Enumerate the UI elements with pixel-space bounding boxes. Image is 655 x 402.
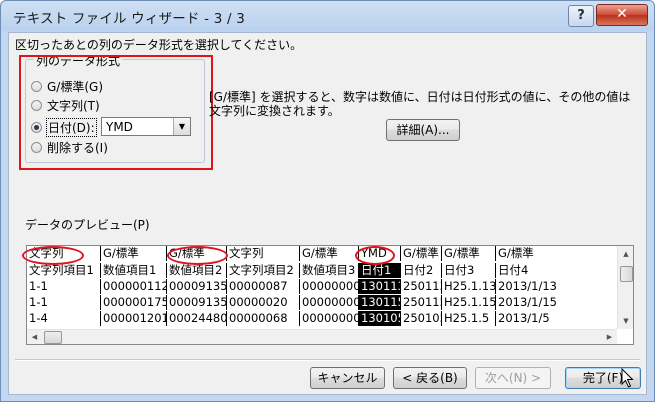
table-cell-selected: 日付1 (358, 263, 400, 278)
table-cell: 日付3 (441, 263, 495, 278)
cancel-button[interactable]: キャンセル (310, 367, 385, 389)
column-header[interactable]: 文字列 (226, 246, 299, 261)
table-cell: 250115 (400, 295, 441, 310)
column-header[interactable]: G/標準 (400, 246, 441, 261)
column-header[interactable]: G/標準 (441, 246, 495, 261)
radio-skip[interactable]: 削除する(I) (31, 139, 109, 155)
table-cell: 00009135 (166, 295, 226, 310)
date-format-select[interactable]: YMD ▼ (101, 117, 191, 136)
table-cell: 日付2 (400, 263, 441, 278)
mouse-pointer-icon (621, 368, 634, 388)
table-cell: 00024480 (166, 311, 226, 326)
table-cell: 0000000068 (299, 311, 358, 326)
table-cell: 0000000087 (299, 279, 358, 294)
scroll-up-icon[interactable]: ▲ (618, 246, 633, 262)
table-cell: 文字列項目1 (29, 263, 94, 277)
table-cell: 250113 (400, 279, 441, 294)
table-cell: 1-1 (29, 295, 48, 309)
table-cell: 日付4 (495, 263, 617, 278)
scroll-left-icon[interactable]: ◀ (27, 330, 42, 344)
table-cell-selected: 130115 (358, 295, 400, 310)
preview-grid: 文字列 G/標準 G/標準 文字列 G/標準 YMD G/標準 G/標準 G/標… (27, 246, 617, 330)
separator (15, 359, 640, 361)
help-button[interactable]: ? (568, 5, 594, 27)
preview-label: データのプレビュー(P) (25, 218, 150, 232)
table-cell: 00000020 (226, 295, 299, 310)
table-cell: 00000087 (226, 279, 299, 294)
table-cell: 1-1 (29, 279, 48, 293)
scroll-thumb[interactable] (620, 266, 633, 282)
table-cell-selected: 130105 (358, 311, 400, 326)
radio-circle-icon (31, 99, 42, 111)
radio-date[interactable]: 日付(D): (31, 117, 97, 137)
table-cell: 文字列項目2 (226, 263, 299, 278)
dialog-body: 区切ったあとの列のデータ形式を選択してください。 列のデータ形式 G/標準(G)… (8, 32, 647, 395)
table-cell: H25.1.5 (441, 311, 495, 326)
advanced-button[interactable]: 詳細(A)... (386, 119, 460, 141)
table-cell: H25.1.13 (441, 279, 495, 294)
date-format-value: YMD (106, 120, 133, 134)
table-cell: 00009135 (166, 279, 226, 294)
back-button[interactable]: < 戻る(B) (393, 367, 467, 389)
table-cell: 0000012013 (100, 311, 166, 326)
table-cell: 0000001754 (100, 295, 166, 310)
table-cell: 数値項目3 (299, 263, 358, 278)
horizontal-scrollbar[interactable]: ◀ ▶ (27, 329, 617, 344)
table-cell: H25.1.15 (441, 295, 495, 310)
table-cell: 0000001122 (100, 279, 166, 294)
radio-circle-icon (31, 80, 42, 92)
instruction-text: 区切ったあとの列のデータ形式を選択してください。 (15, 38, 303, 52)
column-header[interactable]: G/標準 (166, 246, 226, 261)
chevron-down-icon[interactable]: ▼ (173, 118, 190, 135)
table-cell: 250105 (400, 311, 441, 326)
format-description: [G/標準] を選択すると、数字は数値に、日付は日付形式の値に、その他の値は文字… (209, 90, 631, 118)
vertical-scrollbar[interactable]: ▲ ▼ (617, 246, 633, 329)
column-header[interactable]: 文字列 (27, 246, 100, 261)
table-cell: 2013/1/5 (495, 311, 617, 326)
column-header[interactable]: G/標準 (100, 246, 166, 261)
wizard-window: テキスト ファイル ウィザード - 3 / 3 ? ✕ 区切ったあとの列のデータ… (0, 0, 655, 402)
table-cell: 2013/1/13 (495, 279, 617, 294)
radio-circle-icon (31, 141, 42, 153)
table-cell: 00000068 (226, 311, 299, 326)
table-cell: 0000000020 (299, 295, 358, 310)
table-cell-selected: 130113 (358, 279, 400, 294)
table-cell: 数値項目2 (166, 263, 226, 278)
radio-date-label: 日付(D): (46, 117, 97, 137)
scroll-thumb[interactable] (44, 331, 62, 344)
close-button[interactable]: ✕ (596, 4, 648, 26)
column-header[interactable]: G/標準 (495, 246, 617, 261)
radio-text[interactable]: 文字列(T) (31, 97, 101, 113)
radio-skip-label: 削除する(I) (47, 140, 108, 155)
next-button[interactable]: 次へ(N) > (475, 367, 551, 389)
table-cell: 1-4 (29, 311, 48, 325)
radio-general[interactable]: G/標準(G) (31, 78, 104, 94)
format-group-title: 列のデータ形式 (34, 52, 123, 69)
table-cell: 2013/1/15 (495, 295, 617, 310)
column-header-selected[interactable]: YMD (358, 246, 400, 261)
window-title: テキスト ファイル ウィザード - 3 / 3 (13, 11, 246, 27)
scroll-right-icon[interactable]: ▶ (602, 330, 617, 344)
radio-general-label: G/標準(G) (47, 79, 104, 94)
scroll-down-icon[interactable]: ▼ (618, 313, 633, 329)
radio-text-label: 文字列(T) (47, 98, 100, 113)
radio-selected-icon (31, 121, 42, 133)
column-header[interactable]: G/標準 (299, 246, 358, 261)
data-preview: 文字列 G/標準 G/標準 文字列 G/標準 YMD G/標準 G/標準 G/標… (26, 245, 634, 345)
table-cell: 数値項目1 (100, 263, 166, 278)
title-bar[interactable]: テキスト ファイル ウィザード - 3 / 3 ? ✕ (1, 1, 654, 31)
